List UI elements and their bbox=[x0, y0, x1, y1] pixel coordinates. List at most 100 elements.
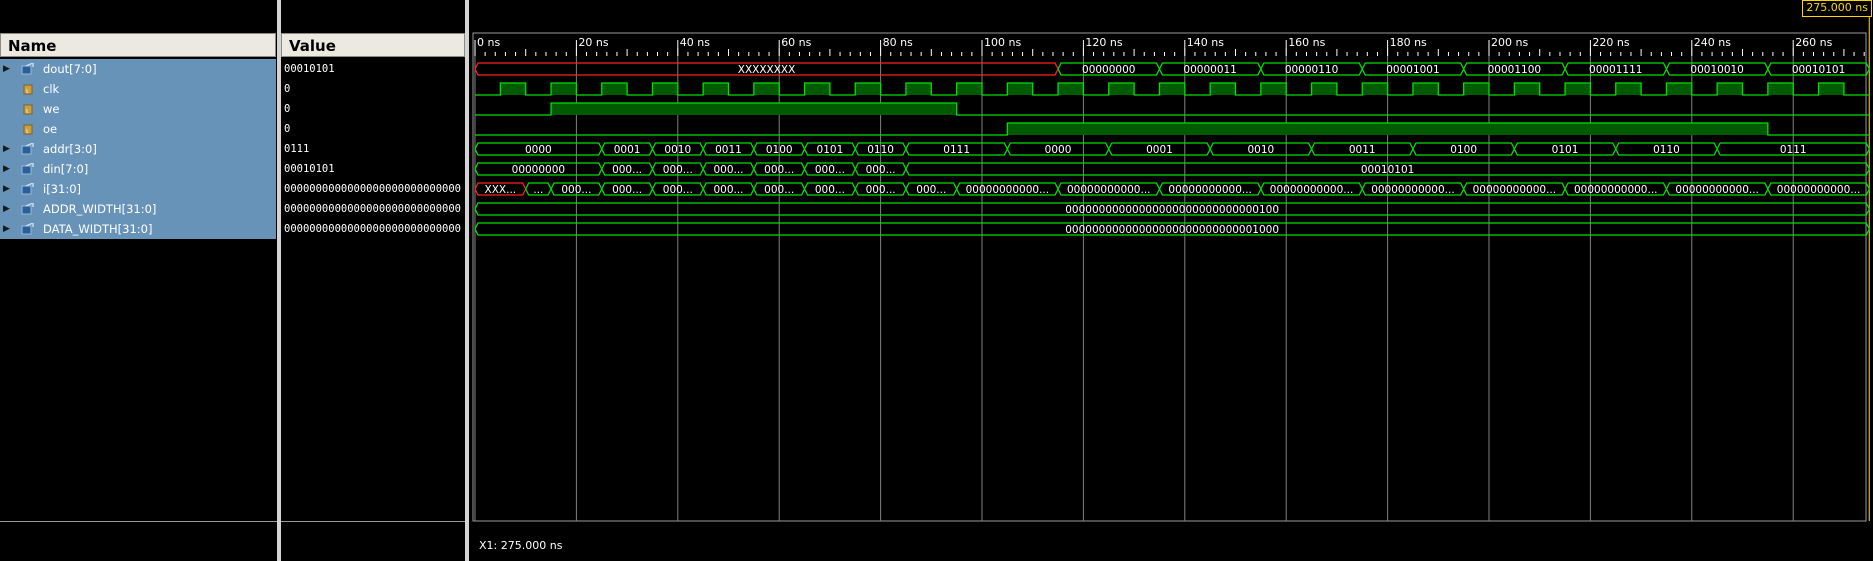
signal-value: 0000000000000000000000000000 bbox=[284, 223, 462, 235]
panel-divider bbox=[0, 521, 277, 522]
value-column-header[interactable]: Value bbox=[281, 33, 465, 57]
i-value-label: 000... bbox=[764, 184, 794, 196]
tick-label: 100 ns bbox=[984, 36, 1021, 49]
signal-row-addr[interactable]: ▶ addr[3:0] bbox=[0, 139, 276, 159]
expand-arrow-icon[interactable]: ▶ bbox=[3, 139, 10, 159]
signal-name: addr[3:0] bbox=[43, 142, 97, 156]
signal-value: 00010101 bbox=[284, 63, 335, 75]
expand-arrow-icon[interactable]: ▶ bbox=[3, 219, 10, 239]
tick-label: 200 ns bbox=[1491, 36, 1528, 49]
i-value-label: ... bbox=[533, 184, 543, 196]
clk-high-fill bbox=[855, 83, 881, 95]
i-value-label: 00000000000... bbox=[1270, 184, 1354, 196]
tick-label: 160 ns bbox=[1288, 36, 1325, 49]
clk-high-fill bbox=[1615, 83, 1642, 95]
clk-high-fill bbox=[804, 83, 830, 95]
i-value-label: 000... bbox=[713, 184, 743, 196]
clk-high-fill bbox=[1058, 83, 1084, 95]
signal-value: 0 bbox=[284, 123, 291, 135]
i-value-label: 00000000000... bbox=[1371, 184, 1455, 196]
clk-high-fill bbox=[1565, 83, 1591, 95]
signal-name: ADDR_WIDTH[31:0] bbox=[43, 202, 157, 216]
i-value-label: 000... bbox=[612, 184, 642, 196]
cursor-x1-readout: X1: 275.000 ns bbox=[479, 539, 563, 552]
addr-value-label: 0011 bbox=[715, 144, 742, 156]
waveform-panel[interactable]: 0 ns 20 ns 40 ns 60 ns 80 ns 100 ns 120 ns 140 … bbox=[469, 0, 1873, 561]
i-value-label: 000... bbox=[916, 184, 946, 196]
signal-name: dout[7:0] bbox=[43, 62, 97, 76]
dout-value-label: 00001111 bbox=[1589, 64, 1642, 76]
signal-row-dout[interactable]: ▶ dout[7:0] bbox=[0, 59, 276, 79]
dout-value-label: 00010010 bbox=[1690, 64, 1743, 76]
clk-high-fill bbox=[500, 83, 526, 95]
clk-high-fill bbox=[956, 83, 982, 95]
bus-signal-icon bbox=[21, 143, 34, 155]
i-value-label: 00000000000... bbox=[1168, 184, 1252, 196]
expand-arrow-icon[interactable]: ▶ bbox=[3, 199, 10, 219]
signal-row-din[interactable]: ▶ din[7:0] bbox=[0, 159, 276, 179]
bus-signal-icon bbox=[21, 203, 34, 215]
signal-row-addr-width[interactable]: ▶ ADDR_WIDTH[31:0] bbox=[0, 199, 276, 219]
bus-signal-icon bbox=[21, 163, 34, 175]
signal-row-i[interactable]: ▶ i[31:0] bbox=[0, 179, 276, 199]
addr-value-label: 0000 bbox=[1045, 144, 1072, 156]
expand-arrow-icon[interactable]: ▶ bbox=[3, 159, 10, 179]
addr-value-label: 0111 bbox=[1780, 144, 1807, 156]
tick-label: 80 ns bbox=[883, 36, 913, 49]
din-value-label: 000... bbox=[713, 164, 743, 176]
i-value-label: 000... bbox=[561, 184, 591, 196]
addr-value-label: 0000 bbox=[525, 144, 552, 156]
signal-row-data-width[interactable]: ▶ DATA_WIDTH[31:0] bbox=[0, 219, 276, 239]
din-value-label: 000... bbox=[764, 164, 794, 176]
din-value-label: 000... bbox=[866, 164, 896, 176]
name-panel: Name ▶ dout[7:0] ι clk ι we ι oe ▶ addr[… bbox=[0, 0, 277, 561]
value-panel: Value 00010101 0 0 0 0111 00010101 00000… bbox=[281, 0, 465, 561]
bus-signal-icon bbox=[21, 223, 34, 235]
addr-value-label: 0110 bbox=[1653, 144, 1680, 156]
name-column-header[interactable]: Name bbox=[0, 33, 276, 57]
dout-value-label: 00000110 bbox=[1285, 64, 1338, 76]
addr-value-label: 0100 bbox=[766, 144, 793, 156]
clk-high-fill bbox=[652, 83, 678, 95]
tick-label: 220 ns bbox=[1592, 36, 1629, 49]
signal-name: we bbox=[43, 102, 60, 116]
signal-value: 0000000000000000000000000000 bbox=[284, 183, 462, 195]
clk-high-fill bbox=[1159, 83, 1185, 95]
waveform-canvas[interactable]: 0 ns 20 ns 40 ns 60 ns 80 ns 100 ns 120 ns 140 … bbox=[469, 0, 1873, 561]
signal-value: 0 bbox=[284, 83, 291, 95]
expand-arrow-icon[interactable]: ▶ bbox=[3, 179, 10, 199]
i-value-label: 00000000000... bbox=[1473, 184, 1557, 196]
clk-high-fill bbox=[1210, 83, 1236, 95]
bit-signal-icon: ι bbox=[23, 124, 33, 135]
signal-name: DATA_WIDTH[31:0] bbox=[43, 222, 153, 236]
signal-row-oe[interactable]: ι oe bbox=[0, 119, 276, 139]
clk-high-fill bbox=[703, 83, 729, 95]
addr-value-label: 0110 bbox=[867, 144, 894, 156]
cursor-time-label: 275.000 ns bbox=[1802, 0, 1872, 17]
clk-high-fill bbox=[1514, 83, 1540, 95]
expand-arrow-icon[interactable]: ▶ bbox=[3, 59, 10, 79]
we-high-fill bbox=[551, 103, 957, 115]
addr-value-label: 0001 bbox=[1146, 144, 1173, 156]
addr-value-label: 0001 bbox=[614, 144, 641, 156]
addr-value-label: 0010 bbox=[1247, 144, 1274, 156]
tick-label: 240 ns bbox=[1694, 36, 1731, 49]
signal-name: i[31:0] bbox=[43, 182, 81, 196]
dout-value-label: 00001001 bbox=[1386, 64, 1439, 76]
i-value-label: XXX... bbox=[485, 184, 517, 196]
signal-row-clk[interactable]: ι clk bbox=[0, 79, 276, 99]
din-value-label: 000... bbox=[663, 164, 693, 176]
addr-value-label: 0101 bbox=[1552, 144, 1579, 156]
signal-row-we[interactable]: ι we bbox=[0, 99, 276, 119]
clk-high-fill bbox=[1362, 83, 1388, 95]
clk-high-fill bbox=[601, 83, 628, 95]
tick-label: 0 ns bbox=[477, 36, 500, 49]
tick-label: 60 ns bbox=[781, 36, 811, 49]
addr-value-label: 0100 bbox=[1450, 144, 1477, 156]
clk-high-fill bbox=[1311, 83, 1337, 95]
addr-value-label: 0101 bbox=[817, 144, 844, 156]
clk-high-fill bbox=[1666, 83, 1692, 95]
clk-high-fill bbox=[1463, 83, 1489, 95]
clk-high-fill bbox=[1108, 83, 1135, 95]
dout-value-label: 00000011 bbox=[1183, 64, 1236, 76]
